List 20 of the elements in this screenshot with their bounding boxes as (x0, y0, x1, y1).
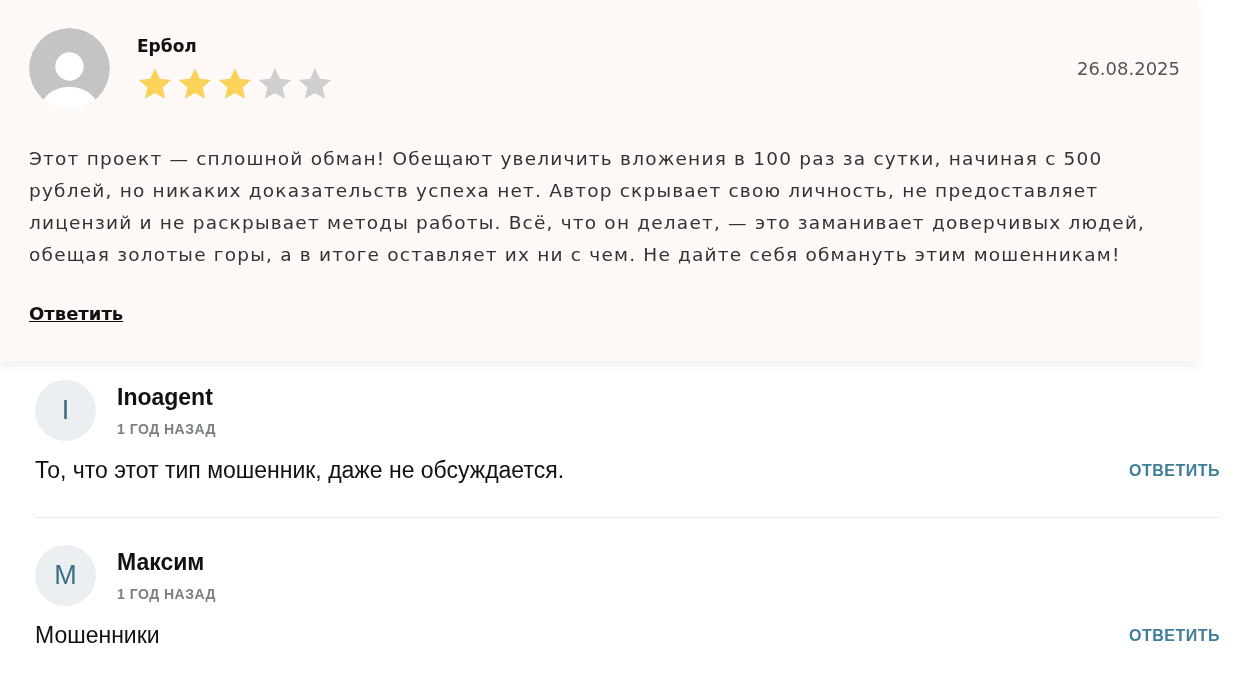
star-icon (297, 66, 333, 102)
comment-time: 1 ГОД НАЗАД (117, 586, 217, 602)
author-name: Максим (117, 549, 206, 576)
star-icon (137, 66, 173, 102)
author-name: Inoagent (117, 384, 214, 411)
star-icon (177, 66, 213, 102)
comment-text: Мошенники (35, 622, 160, 649)
reply-link[interactable]: Ответить (29, 303, 124, 324)
comment-time: 1 ГОД НАЗАД (117, 421, 217, 437)
user-avatar-icon (29, 28, 110, 109)
star-icon (257, 66, 293, 102)
reply-link[interactable]: ОТВЕТИТЬ (1129, 461, 1220, 480)
reply-link[interactable]: ОТВЕТИТЬ (1129, 626, 1220, 645)
review-date: 26.08.2025 (1076, 58, 1180, 79)
author-name: Ербол (137, 36, 198, 56)
user-avatar: I (35, 380, 96, 441)
review-text: Этот проект — сплошной обман! Обещают увеличить вложения в 100 раз за сутки, начиная с 500 рублей, но никаких доказательств успеха нет. Автор скрывает свою личность, не предоставляет лицензий и не раскрывает методы работы. Всё, что он делает, — это заманивает доверчивых людей, обещая золотые горы, а в итоге оставляет их ни с чем. Не дайте себя обмануть этим мошенникам! (29, 147, 1147, 267)
comment-text: То, что этот тип мошенник, даже не обсуждается. (35, 457, 565, 484)
user-avatar: M (35, 545, 96, 606)
star-icon (217, 66, 253, 102)
